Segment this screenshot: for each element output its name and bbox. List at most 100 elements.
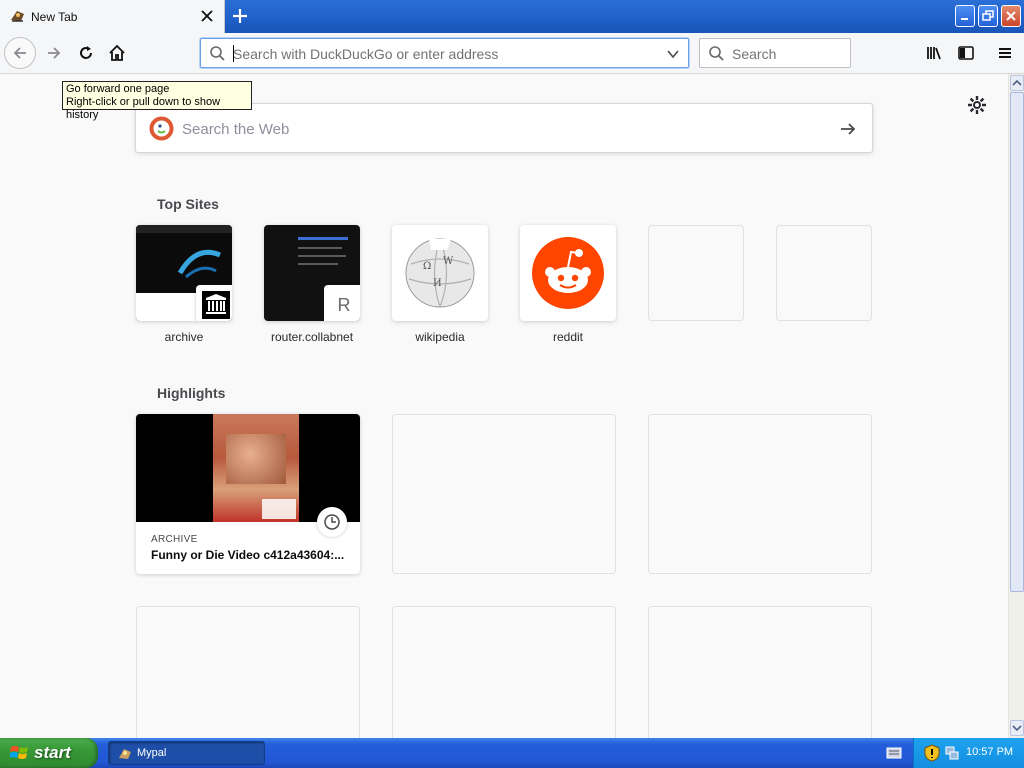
text-caret: [233, 45, 234, 62]
svg-text:Ω: Ω: [423, 261, 431, 272]
poster-people: [226, 434, 286, 484]
new-tab-page: Search the Web Top Sites archive R route…: [0, 74, 1008, 738]
tooltip-line-2: Right-click or pull down to show history: [66, 96, 221, 121]
tooltip-line-1: Go forward one page: [66, 83, 170, 95]
site-label: router.collabnet: [270, 330, 354, 344]
site-thumbnail: [136, 225, 232, 321]
forward-button[interactable]: [38, 37, 70, 69]
top-sites-heading: Top Sites: [157, 196, 219, 212]
search-icon: [210, 46, 225, 61]
archive-badge: [196, 285, 232, 321]
keyboard-icon[interactable]: [886, 746, 902, 760]
highlight-title: Funny or Die Video c412a43604:...: [151, 548, 345, 562]
new-tab-plus-icon[interactable]: [231, 7, 249, 25]
system-clock[interactable]: 10:57 PM: [966, 746, 1013, 758]
restore-icon: [982, 10, 994, 21]
top-site-wikipedia[interactable]: Ω W И wikipedia: [392, 225, 488, 344]
tab-title: New Tab: [31, 10, 78, 24]
chevron-down-icon[interactable]: [666, 47, 680, 61]
history-clock-badge: [317, 507, 347, 537]
empty-site-placeholder: [648, 225, 744, 321]
tab-new-tab[interactable]: New Tab: [0, 0, 225, 33]
gear-icon[interactable]: [967, 95, 987, 115]
library-button[interactable]: [918, 37, 950, 69]
search-submit-arrow-icon[interactable]: [838, 119, 858, 139]
top-site-archive[interactable]: archive: [136, 225, 232, 344]
mypal-favicon-icon: [11, 11, 24, 22]
home-button[interactable]: [101, 37, 133, 69]
thumbnail-text-line: [298, 247, 342, 249]
mypal-app-icon: [119, 749, 131, 759]
site-thumbnail: Ω W И: [392, 225, 488, 321]
search-bar[interactable]: Search: [699, 38, 851, 68]
start-button[interactable]: start: [0, 738, 98, 768]
hamburger-menu-icon: [999, 48, 1011, 58]
svg-text:И: И: [433, 278, 442, 289]
thumbnail-toolbar: [136, 225, 232, 233]
sidebar-button[interactable]: [950, 37, 982, 69]
start-label: start: [34, 743, 71, 762]
highlight-placeholder: [136, 606, 360, 738]
back-button[interactable]: [4, 37, 36, 69]
url-input[interactable]: Search with DuckDuckGo or enter address: [233, 46, 653, 62]
close-window-button[interactable]: [1001, 5, 1021, 27]
scroll-down-arrow-icon: [1012, 725, 1022, 732]
highlight-source: ARCHIVE: [151, 534, 198, 545]
close-icon: [1006, 11, 1016, 21]
svg-text:W: W: [443, 256, 454, 267]
site-thumbnail: R: [264, 225, 360, 321]
highlights-heading: Highlights: [157, 385, 226, 401]
scroll-up-button[interactable]: [1010, 75, 1024, 91]
empty-site-placeholder: [776, 225, 872, 321]
security-shield-icon[interactable]: [924, 744, 940, 762]
taskbar-item-mypal[interactable]: Mypal: [108, 741, 265, 765]
windows-flag-icon: [10, 746, 28, 759]
scroll-thumb[interactable]: [1010, 92, 1024, 592]
highlight-image: [136, 414, 360, 522]
highlight-card[interactable]: ARCHIVE Funny or Die Video c412a43604:..…: [136, 414, 360, 574]
scroll-up-arrow-icon: [1012, 79, 1022, 86]
site-thumbnail: [520, 225, 616, 321]
site-label: archive: [164, 330, 204, 344]
sidebar-icon: [958, 46, 974, 60]
letter-r-icon: R: [337, 294, 351, 315]
navigation-toolbar: Search with DuckDuckGo or enter address …: [0, 33, 1024, 74]
close-tab-icon[interactable]: [199, 8, 215, 24]
clock-icon: [324, 514, 340, 530]
top-site-empty[interactable]: [776, 225, 872, 321]
site-label: wikipedia: [415, 330, 465, 344]
router-badge: R: [324, 285, 360, 321]
back-arrow-icon: [13, 47, 26, 59]
windows-taskbar: start Mypal 10:57 PM: [0, 738, 1024, 768]
highlight-placeholder: [392, 606, 616, 738]
site-label: reddit: [552, 330, 584, 344]
tab-strip: New Tab: [0, 0, 1024, 33]
thumbnail-link-line: [298, 237, 348, 240]
top-site-router-collabnet[interactable]: R router.collabnet: [264, 225, 360, 344]
highlight-placeholder: [648, 414, 872, 574]
vertical-scrollbar[interactable]: [1008, 74, 1024, 738]
search-input[interactable]: Search: [732, 46, 776, 62]
reload-button[interactable]: [70, 37, 102, 69]
scroll-down-button[interactable]: [1010, 720, 1024, 736]
top-site-empty[interactable]: [648, 225, 744, 321]
url-bar[interactable]: Search with DuckDuckGo or enter address: [200, 38, 689, 68]
forward-tooltip: Go forward one page Right-click or pull …: [62, 81, 252, 121]
poster-title-block: [262, 499, 296, 519]
forward-arrow-icon: [48, 47, 61, 59]
top-site-reddit[interactable]: reddit: [520, 225, 616, 344]
reddit-alien-icon: [532, 237, 604, 309]
network-icon[interactable]: [944, 744, 960, 762]
library-icon: [927, 47, 941, 60]
thumbnail-page-area: [136, 293, 198, 321]
web-search-input[interactable]: Search the Web: [182, 121, 289, 138]
wikipedia-globe-icon: Ω W И: [405, 238, 475, 308]
help-graphic-icon: [177, 249, 221, 279]
thumbnail-text-line: [298, 255, 346, 257]
thumbnail-text-line: [298, 263, 338, 265]
restore-button[interactable]: [978, 5, 998, 27]
menu-button[interactable]: [989, 37, 1021, 69]
minimize-icon: [961, 18, 968, 20]
taskbar-item-label: Mypal: [137, 747, 167, 759]
minimize-button[interactable]: [955, 5, 975, 27]
